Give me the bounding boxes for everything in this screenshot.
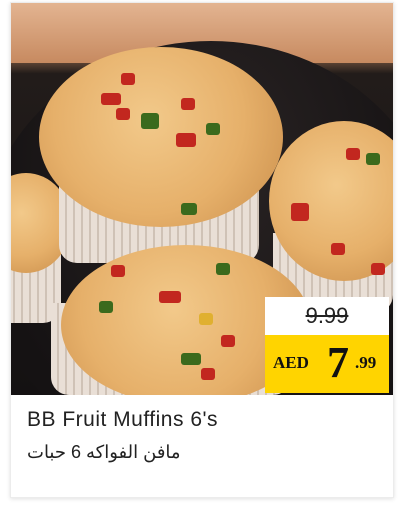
candied-fruit	[331, 243, 345, 255]
candied-fruit	[176, 133, 196, 147]
currency-label: AED	[273, 353, 309, 372]
candied-fruit	[291, 203, 309, 221]
candied-fruit	[199, 313, 213, 325]
candied-fruit	[159, 291, 181, 303]
price-decimal: .99	[355, 353, 377, 372]
candied-fruit	[181, 353, 201, 365]
product-name-english: BB Fruit Muffins 6's	[27, 408, 219, 431]
product-name-arabic: مافن الفواكه 6 حبات	[27, 442, 181, 462]
candied-fruit	[121, 73, 135, 85]
candied-fruit	[101, 93, 121, 105]
price-tag: 9.99 AED 7 .99	[265, 273, 389, 397]
candied-fruit	[116, 108, 130, 120]
candied-fruit	[181, 98, 195, 110]
candied-fruit	[221, 335, 235, 347]
candied-fruit	[99, 301, 113, 313]
product-card[interactable]: 9.99 AED 7 .99 BB Fruit Muffins 6's مافن…	[10, 2, 394, 498]
candied-fruit	[346, 148, 360, 160]
candied-fruit	[111, 265, 125, 277]
price-integer: 7	[327, 338, 349, 387]
muffin	[39, 47, 283, 227]
candied-fruit	[181, 203, 197, 215]
old-price: 9.99	[305, 303, 349, 328]
candied-fruit	[201, 368, 215, 380]
candied-fruit	[216, 263, 230, 275]
candied-fruit	[141, 113, 159, 129]
candied-fruit	[366, 153, 380, 165]
candied-fruit	[206, 123, 220, 135]
